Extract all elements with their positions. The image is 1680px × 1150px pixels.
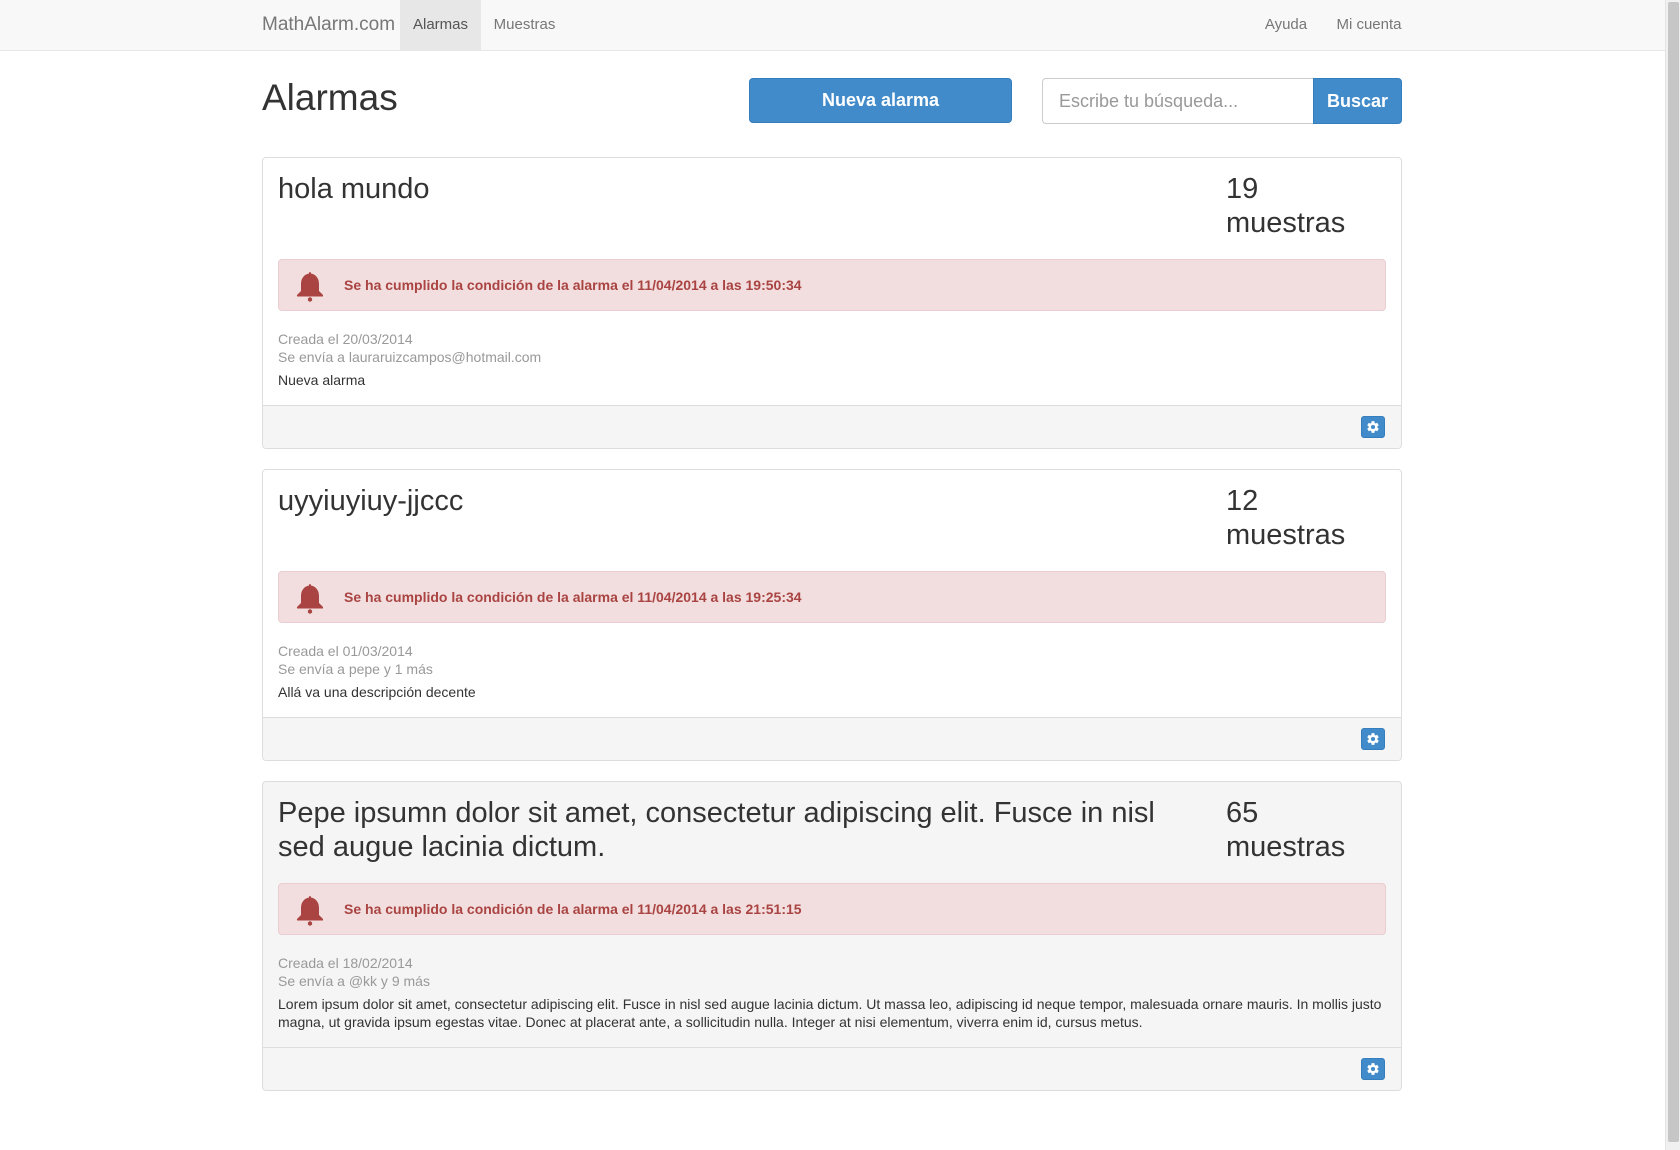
alarm-samples-count[interactable]: 12 muestras [1226,484,1386,552]
alert-text: Se ha cumplido la condición de la alarma… [344,589,802,605]
alarm-panel: hola mundo 19 muestras Se ha cumplido la… [262,157,1402,449]
scrollbar-thumb[interactable] [1668,2,1679,1142]
samples-number: 19 [1226,173,1259,205]
alarm-recipients: Se envía a pepe y 1 más [278,661,433,677]
alarm-description: Nueva alarma [278,372,366,388]
bell-icon [297,584,323,614]
samples-number: 65 [1226,797,1259,829]
vertical-scrollbar[interactable] [1665,0,1680,1150]
bell-icon [297,896,323,926]
alarm-recipients: Se envía a @kk y 9 más [278,973,430,989]
alarm-panel: uyyiuyiuy-jjccc 12 muestras Se ha cumpli… [262,469,1402,761]
nav-item-muestras[interactable]: Muestras [481,0,568,50]
search-input[interactable] [1042,78,1314,124]
nav-item-ayuda[interactable]: Ayuda [1256,0,1316,50]
alarm-samples-count[interactable]: 19 muestras [1226,172,1386,240]
gear-icon [1367,733,1379,745]
alarm-title[interactable]: uyyiuyiuy-jjccc [278,484,1178,518]
samples-label: muestras [1226,831,1346,863]
brand-link[interactable]: MathAlarm.com [262,0,395,50]
settings-button[interactable] [1361,1058,1385,1080]
page-title: Alarmas [262,77,398,118]
nav-item-mi-cuenta[interactable]: Mi cuenta [1334,0,1404,50]
alarm-alert: Se ha cumplido la condición de la alarma… [278,571,1386,623]
bell-icon [297,272,323,302]
alarm-title[interactable]: Pepe ipsumn dolor sit amet, consectetur … [278,796,1178,864]
search-button[interactable]: Buscar [1313,78,1402,124]
samples-number: 12 [1226,485,1259,517]
panel-footer [263,717,1401,760]
alarm-created-date: Creada el 20/03/2014 [278,331,413,347]
alarm-title[interactable]: hola mundo [278,172,1178,206]
alarm-alert: Se ha cumplido la condición de la alarma… [278,883,1386,935]
alarm-created-date: Creada el 01/03/2014 [278,643,413,659]
alarm-samples-count[interactable]: 65 muestras [1226,796,1386,864]
alarm-alert: Se ha cumplido la condición de la alarma… [278,259,1386,311]
alarm-panel: Pepe ipsumn dolor sit amet, consectetur … [262,781,1402,1091]
alarm-recipients: Se envía a lauraruizcampos@hotmail.com [278,349,542,365]
alert-text: Se ha cumplido la condición de la alarma… [344,901,802,917]
alarm-description: Lorem ipsum dolor sit amet, consectetur … [278,996,1382,1030]
settings-button[interactable] [1361,728,1385,750]
alarm-description: Allá va una descripción decente [278,684,476,700]
settings-button[interactable] [1361,416,1385,438]
samples-label: muestras [1226,519,1346,551]
panel-footer [263,405,1401,448]
navbar: MathAlarm.com Alarmas Muestras Ayuda Mi … [0,0,1665,51]
samples-label: muestras [1226,207,1346,239]
alert-text: Se ha cumplido la condición de la alarma… [344,277,802,293]
gear-icon [1367,1063,1379,1075]
nav-item-alarmas[interactable]: Alarmas [400,0,481,50]
alarm-created-date: Creada el 18/02/2014 [278,955,413,971]
panel-footer [263,1047,1401,1090]
gear-icon [1367,421,1379,433]
new-alarm-button[interactable]: Nueva alarma [749,78,1012,123]
